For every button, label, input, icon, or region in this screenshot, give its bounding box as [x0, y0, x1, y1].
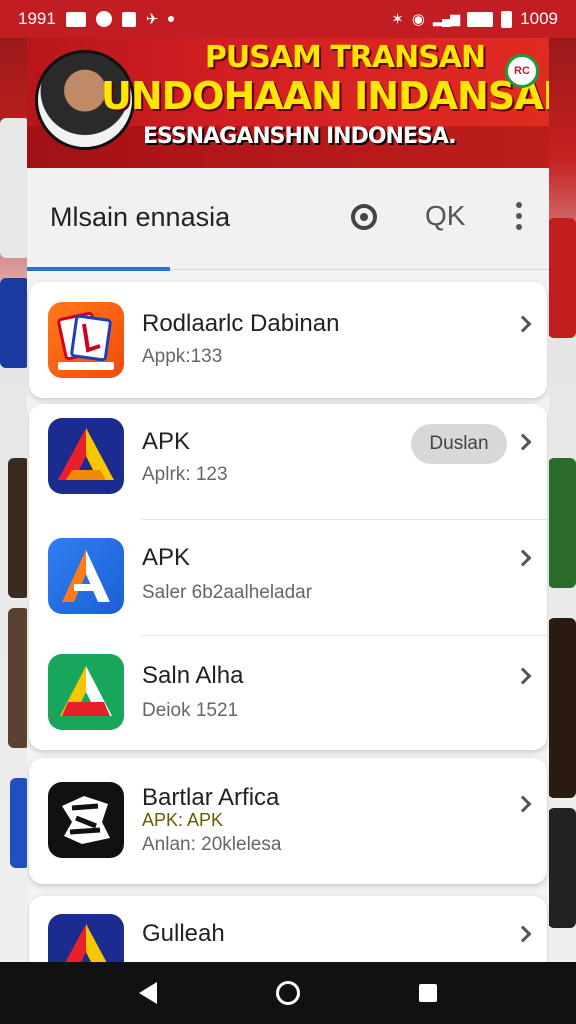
- item-subtitle: Anlan: 20klelesa: [142, 834, 282, 855]
- item-subtitle: Saler 6b2aalheladar: [142, 582, 313, 603]
- chat-icon: [95, 11, 112, 27]
- chevron-right-icon: [514, 433, 532, 451]
- item-subtitle: Appk:133: [142, 346, 223, 367]
- list-card: APK Aplrk: 123 Duslan APK Saler 6b2aalhe…: [29, 404, 547, 750]
- tab-indicator: [27, 267, 170, 271]
- list-card: Gulleah: [29, 896, 547, 962]
- chevron-right-icon: [514, 315, 532, 333]
- bluetooth-icon: ✶: [391, 11, 404, 28]
- item-title: APK: [142, 428, 191, 455]
- item-tag: APK: APK: [142, 810, 224, 830]
- chevron-right-icon: [514, 549, 532, 567]
- battery-level: 1009: [520, 9, 558, 28]
- chevron-right-icon: [514, 667, 532, 685]
- list-item[interactable]: APK Aplrk: 123 Duslan: [29, 404, 547, 520]
- battery-icon: [501, 10, 513, 28]
- banner-title-line1: PUSAM TRANSAN: [204, 40, 486, 75]
- triangle-a-icon: [48, 654, 124, 730]
- item-title: APK: [142, 544, 191, 571]
- status-time: 1991: [18, 9, 56, 28]
- list-item[interactable]: Saln Alha Deiok 1521: [29, 636, 547, 750]
- page-title: Mlsain ennasia: [50, 202, 231, 232]
- list-item[interactable]: Gulleah: [29, 896, 547, 962]
- graffiti-logo-icon: [48, 782, 124, 858]
- banner-badge: RC: [505, 54, 539, 88]
- chat-icon[interactable]: [351, 204, 377, 230]
- more-menu-icon[interactable]: [511, 198, 527, 234]
- install-button[interactable]: Duslan: [411, 424, 507, 464]
- item-title: Rodlaarlc Dabinan: [142, 310, 340, 337]
- wifi-icon: ◉: [411, 11, 425, 28]
- recent-apps-icon[interactable]: [418, 984, 437, 1002]
- item-subtitle: Deiok 1521: [142, 700, 239, 721]
- data-icon: [467, 11, 494, 27]
- list-item[interactable]: Bartlar Arfica APK: APK Anlan: 20klelesa: [29, 758, 547, 884]
- navigation-bar: [0, 962, 576, 1024]
- chevron-right-icon: [514, 795, 532, 813]
- mail-icon: [65, 11, 86, 27]
- item-title: Saln Alha: [142, 662, 244, 689]
- search-button[interactable]: QK: [425, 200, 465, 232]
- letter-a-icon: [48, 538, 124, 614]
- banner-title-line2: UNDOHAAN INDANSAN: [101, 74, 549, 118]
- stack-cards-icon: [48, 302, 124, 378]
- arrow-a-icon: [48, 914, 124, 962]
- item-subtitle: Aplrk: 123: [142, 464, 228, 485]
- list-card: Rodlaarlc Dabinan Appk:133: [29, 282, 547, 398]
- app-sheet: PUSAM TRANSAN UNDOHAAN INDANSAN ESSNAGAN…: [27, 38, 549, 962]
- banner-subtitle: ESSNAGANSHN INDONESA.: [143, 124, 457, 149]
- back-icon[interactable]: [139, 982, 158, 1004]
- list-card: Bartlar Arfica APK: APK Anlan: 20klelesa: [29, 758, 547, 884]
- home-icon[interactable]: [275, 981, 300, 1005]
- calendar-icon: [121, 11, 136, 27]
- list-item[interactable]: APK Saler 6b2aalheladar: [29, 520, 547, 636]
- plane-icon: ✈: [145, 11, 159, 28]
- app-bar: Mlsain ennasia QK: [27, 168, 549, 271]
- status-bar: 1991 ✈ ✶ ◉ ▂▄▆ 1009: [0, 0, 576, 38]
- item-title: Gulleah: [142, 920, 225, 947]
- chevron-right-icon: [514, 925, 532, 943]
- arrow-a-icon: [48, 418, 124, 494]
- promo-banner[interactable]: PUSAM TRANSAN UNDOHAAN INDANSAN ESSNAGAN…: [27, 38, 549, 168]
- item-title: Bartlar Arfica: [142, 784, 280, 811]
- signal-icon: ▂▄▆: [432, 11, 460, 26]
- list-item[interactable]: Rodlaarlc Dabinan Appk:133: [29, 282, 547, 398]
- notification-dot-icon: [168, 16, 175, 22]
